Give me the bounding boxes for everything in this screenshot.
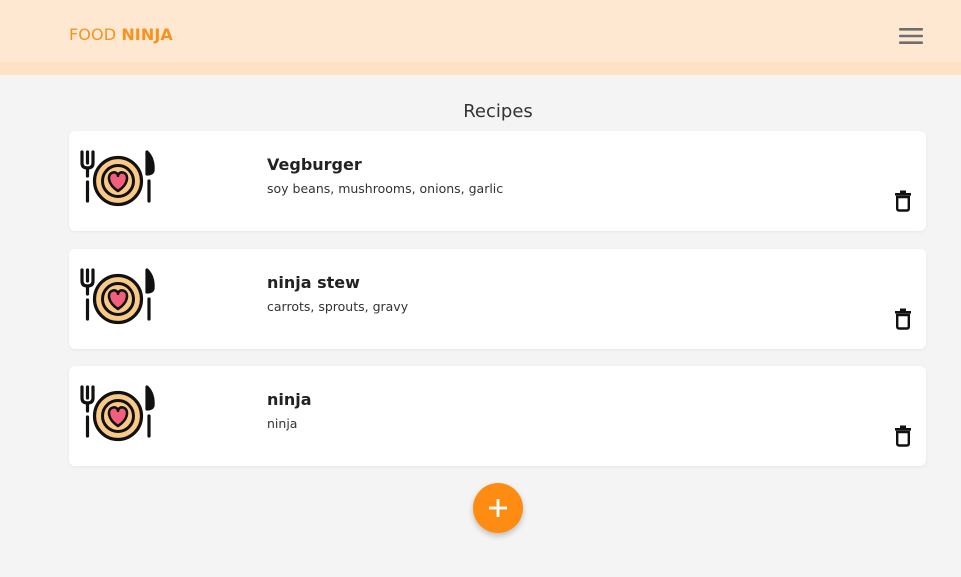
- dish-heart-icon: [79, 149, 157, 211]
- plus-icon: [489, 499, 507, 517]
- recipe-ingredients: ninja: [267, 416, 298, 431]
- brand-text-bold: NINJA: [121, 25, 173, 44]
- recipe-list: Vegburger soy beans, mushrooms, onions, …: [69, 131, 926, 484]
- recipe-ingredients: soy beans, mushrooms, onions, garlic: [267, 181, 504, 196]
- recipe-ingredients: carrots, sprouts, gravy: [267, 298, 409, 314]
- recipe-title: Vegburger: [267, 155, 362, 174]
- recipe-card: ninja ninja: [69, 366, 926, 466]
- brand-text-light: FOOD: [69, 25, 117, 44]
- dish-heart-icon: [79, 267, 157, 329]
- recipe-card: Vegburger soy beans, mushrooms, onions, …: [69, 131, 926, 231]
- trash-icon[interactable]: [893, 425, 913, 447]
- dish-heart-icon: [79, 384, 157, 446]
- add-recipe-button[interactable]: [473, 483, 523, 533]
- trash-icon[interactable]: [893, 190, 913, 212]
- recipe-card: ninja stew carrots, sprouts, gravy: [69, 248, 926, 349]
- page-title: Recipes: [463, 101, 533, 122]
- trash-icon[interactable]: [893, 308, 913, 330]
- navbar: FOOD NINJA: [0, 0, 961, 62]
- recipe-title: ninja: [267, 390, 312, 409]
- recipe-title: ninja stew: [267, 272, 360, 292]
- brand-logo[interactable]: FOOD NINJA: [69, 25, 173, 45]
- navbar-bottom-strip: [0, 62, 961, 75]
- hamburger-menu-icon[interactable]: [896, 24, 926, 48]
